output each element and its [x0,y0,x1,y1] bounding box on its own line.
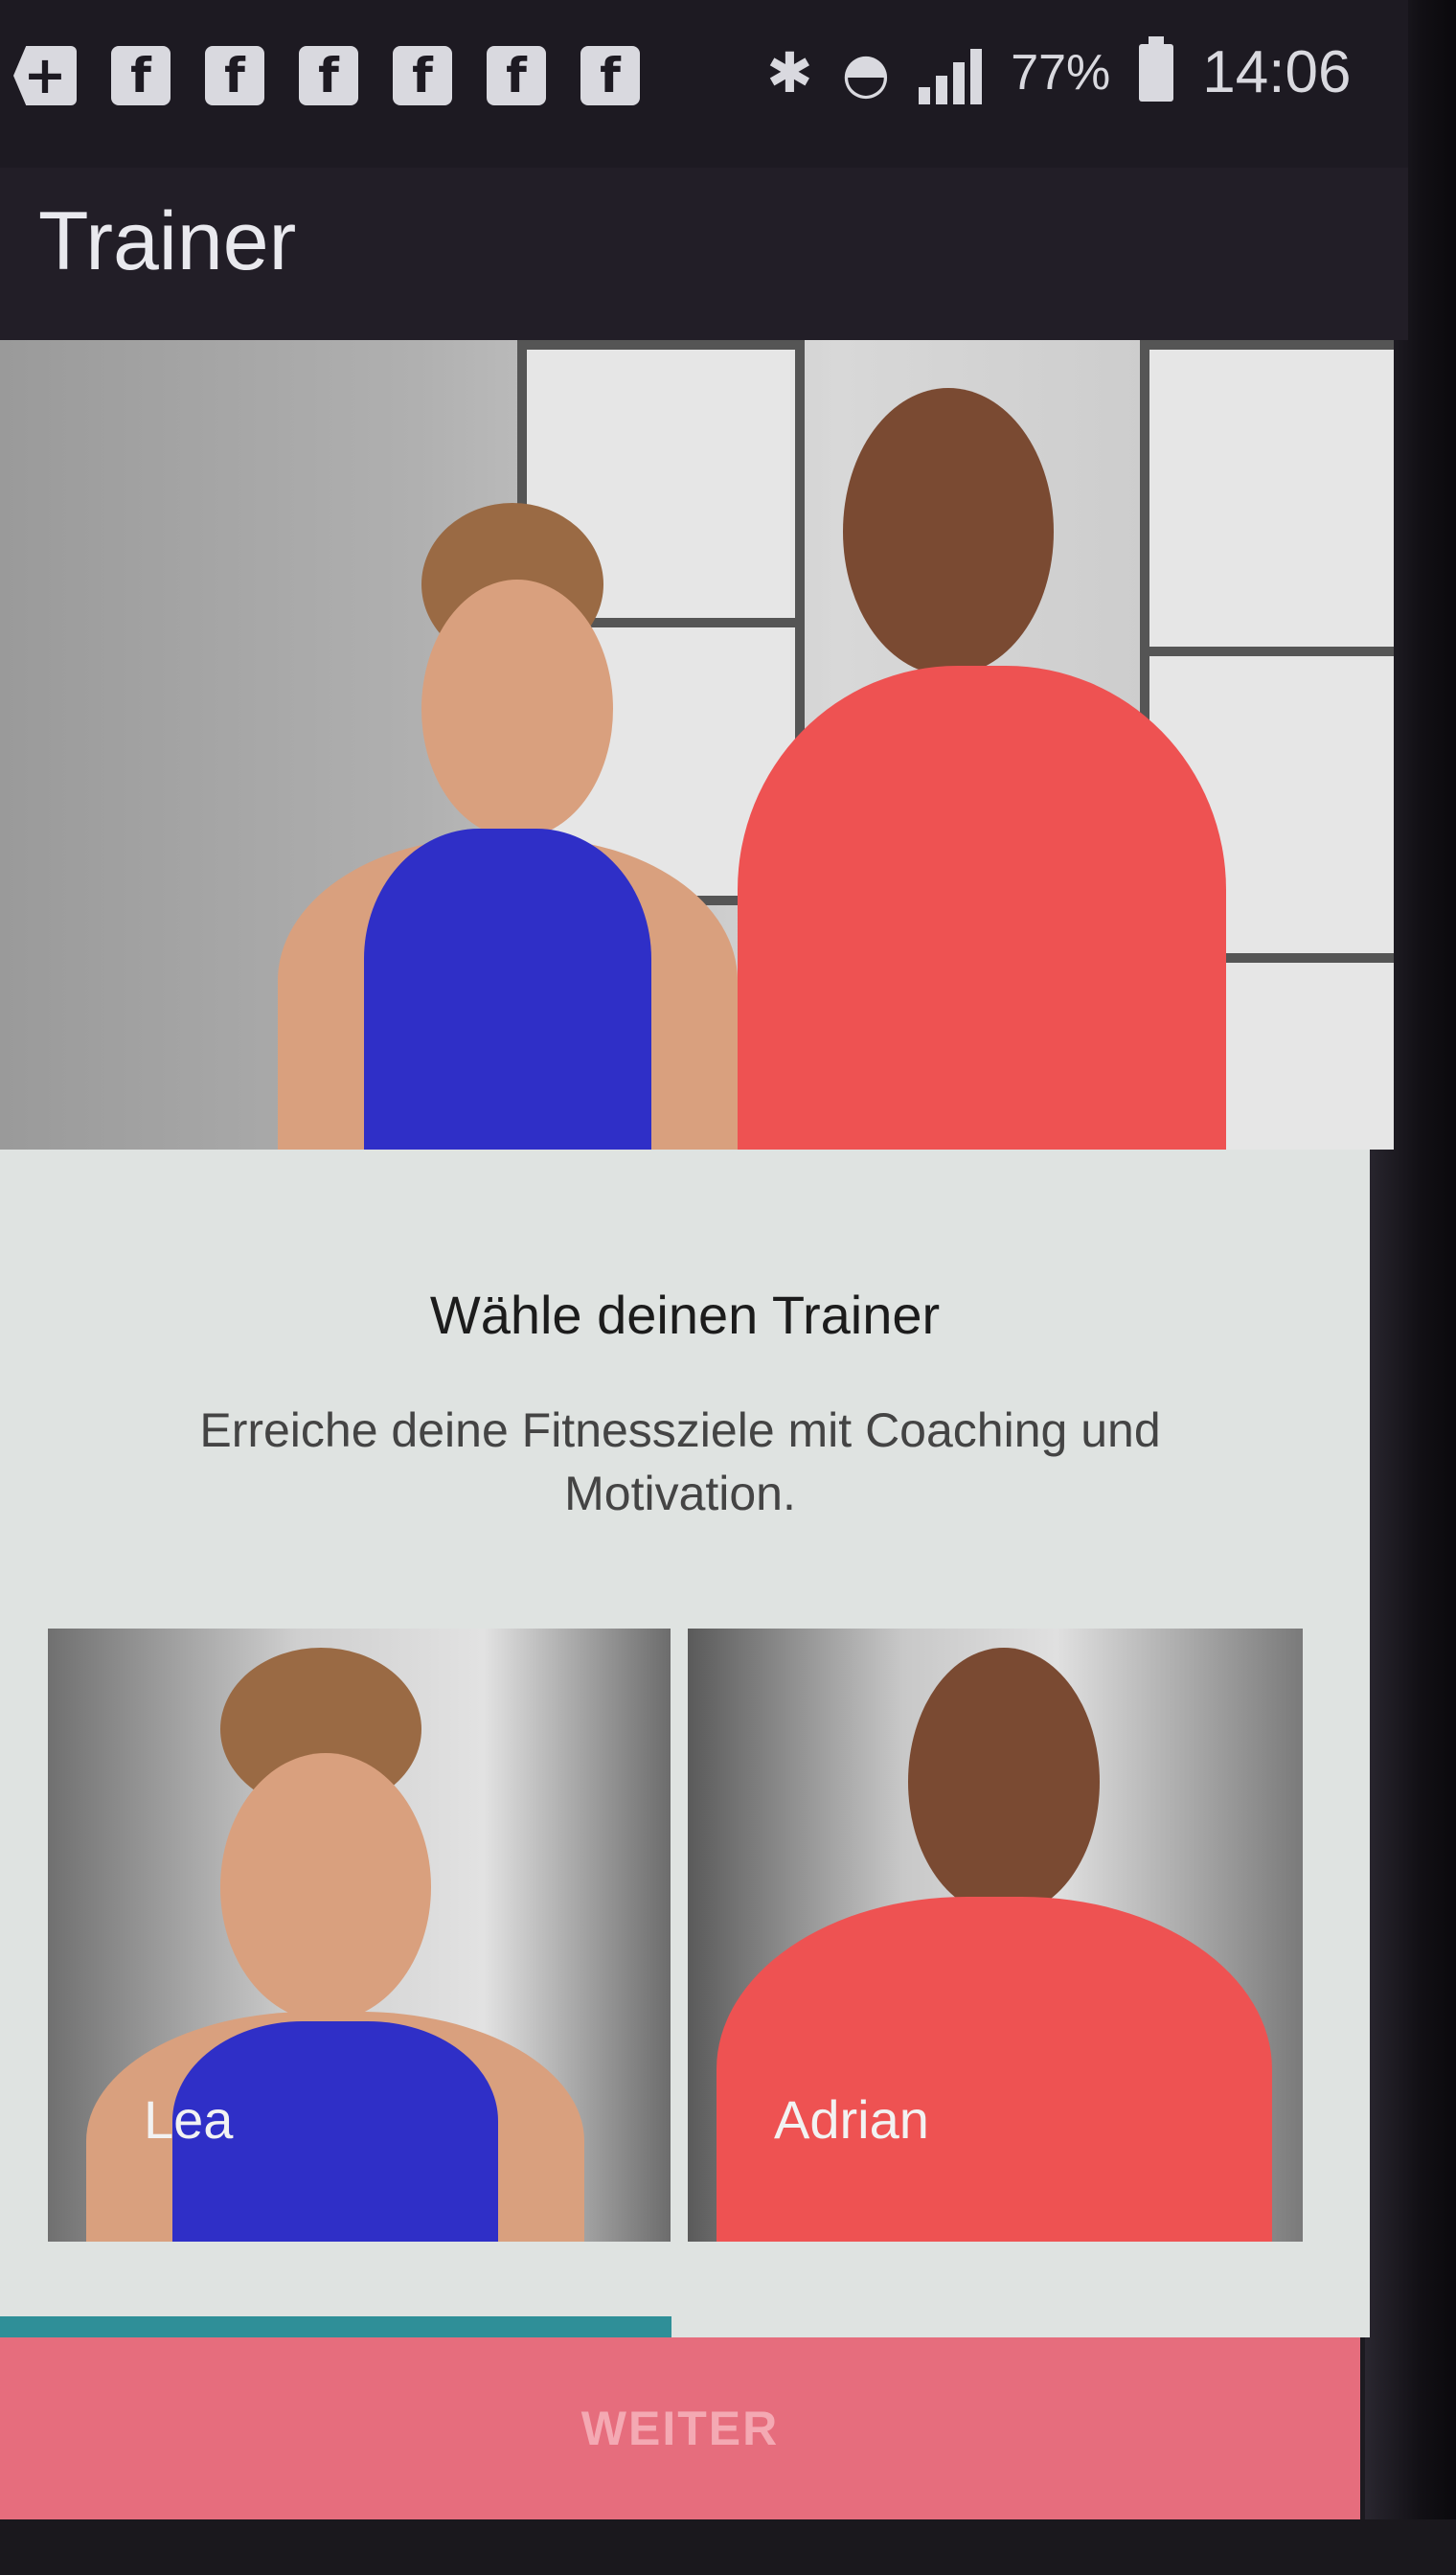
notification-icons: + f f f f f f [13,46,640,105]
man-shirt [738,666,1226,1150]
progress-fill [0,2316,671,2337]
facebook-icon: f [580,46,640,105]
facebook-icon: f [299,46,358,105]
app-toolbar: Trainer [0,168,1408,340]
continue-button[interactable]: WEITER [0,2337,1360,2519]
subtext: Erreiche deine Fitnessziele mit Coaching… [199,1403,1161,1520]
trainer-card-adrian[interactable]: Adrian [688,1629,1303,2242]
trainer-card-lea[interactable]: Lea [48,1629,671,2242]
status-bar: + f f f f f f ✱ ◓ 77% 14:06 [0,0,1408,168]
battery-icon [1139,35,1174,102]
system-icons: ✱ ◓ 77% 14:06 [766,35,1352,106]
headline: Wähle deinen Trainer [429,1285,941,1345]
trainer-name-lea: Lea [144,2089,234,2150]
trainer-name-adrian: Adrian [774,2089,929,2150]
facebook-icon: f [487,46,546,105]
facebook-icon: f [393,46,452,105]
clock: 14:06 [1202,39,1352,105]
progress-bar [0,2316,1370,2337]
wifi-icon: ◓ [841,39,891,105]
bottom-bezel [0,2519,1456,2575]
adrian-face [908,1648,1100,1916]
bluetooth-icon: ✱ [766,39,813,105]
add-notification-icon: + [13,46,77,105]
signal-icon [919,41,983,104]
facebook-icon: f [111,46,171,105]
battery-percent: 77% [1011,44,1111,101]
page-title: Trainer [38,195,297,287]
lea-face [220,1753,431,2021]
man-face [843,388,1054,675]
facebook-icon: f [205,46,264,105]
trainer-selection-panel: Wähle deinen Trainer Erreiche deine Fitn… [0,1150,1370,2337]
hero-image [0,340,1394,1150]
woman-face [421,580,613,838]
woman-top [364,829,651,1150]
adrian-shirt [717,1897,1272,2242]
